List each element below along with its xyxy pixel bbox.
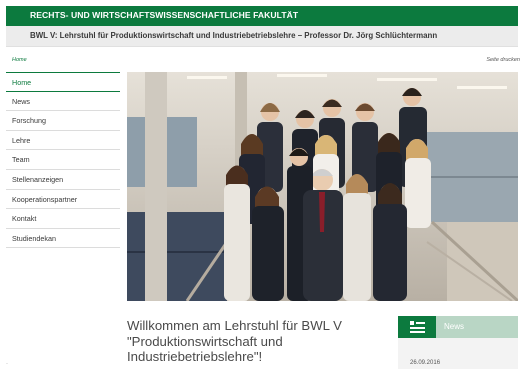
- chair-title[interactable]: BWL V: Lehrstuhl für Produktionswirtscha…: [30, 31, 437, 40]
- sidebar-item-team[interactable]: Team: [6, 150, 120, 170]
- sidebar-item-news[interactable]: News: [6, 92, 120, 112]
- sidebar-item-studiendekan[interactable]: Studiendekan: [6, 229, 120, 249]
- sidebar-item-home[interactable]: Home: [6, 72, 120, 92]
- welcome-line-3: Industriebetriebslehre"!: [127, 349, 263, 365]
- sidebar-item-kontakt[interactable]: Kontakt: [6, 209, 120, 229]
- chair-banner: BWL V: Lehrstuhl für Produktionswirtscha…: [6, 26, 518, 47]
- news-panel: News 26.09.2016: [398, 316, 518, 369]
- faculty-title[interactable]: RECHTS- UND WIRTSCHAFTSWISSENSCHAFTLICHE…: [30, 10, 298, 20]
- sidebar-item-stellenanzeigen[interactable]: Stellenanzeigen: [6, 170, 120, 190]
- sidebar-item-kooperationspartner[interactable]: Kooperationspartner: [6, 190, 120, 210]
- sidebar-item-forschung[interactable]: Forschung: [6, 111, 120, 131]
- welcome-line-2: "Produktionswirtschaft und: [127, 333, 283, 349]
- team-photo: [127, 72, 518, 301]
- breadcrumb[interactable]: Home: [12, 57, 27, 63]
- sidebar-nav: Home News Forschung Lehre Team Stellenan…: [6, 72, 120, 249]
- news-header[interactable]: News: [398, 316, 518, 338]
- news-title: News: [444, 322, 465, 331]
- welcome-line-1: Willkommen am Lehrstuhl für BWL V: [127, 318, 342, 333]
- news-icon: [398, 316, 436, 338]
- faculty-banner: RECHTS- UND WIRTSCHAFTSWISSENSCHAFTLICHE…: [6, 6, 518, 26]
- page-dot: ·: [6, 361, 8, 367]
- news-date: 26.09.2016: [410, 360, 441, 366]
- sidebar-item-lehre[interactable]: Lehre: [6, 131, 120, 151]
- print-page-link[interactable]: Seite drucken: [486, 57, 520, 63]
- welcome-heading: Willkommen am Lehrstuhl für BWL V "Produ…: [127, 318, 397, 365]
